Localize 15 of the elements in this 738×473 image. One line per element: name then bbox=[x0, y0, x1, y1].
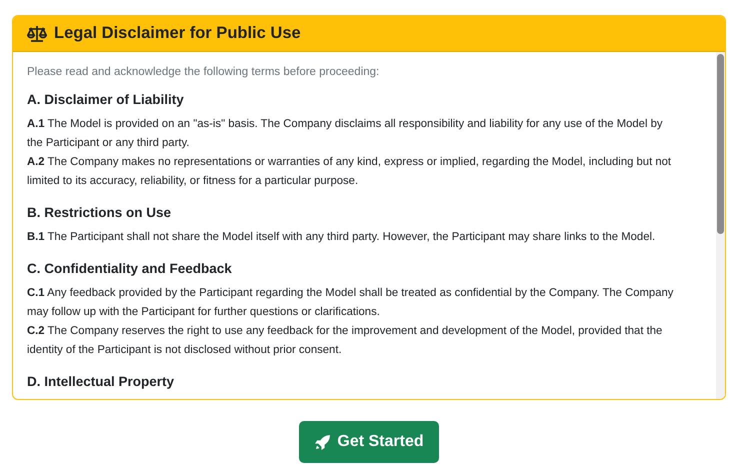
clause-text: A.1 The Model is provided on an "as-is" basis. The Company disclaims all responsibility and liability for any use of the Model by the Participant or any third party. bbox=[27, 117, 664, 151]
clause-text: A.2 The Company makes no representations or warranties of any kind, express or implied, regarding the Model, including but not limited to its accuracy, reliability, or fitness for a particular purpose. bbox=[27, 155, 672, 189]
get-started-button[interactable]: Get Started bbox=[299, 421, 439, 463]
intro-text: Please read and acknowledge the following terms before proceeding: bbox=[27, 66, 380, 78]
section-heading: D. Intellectual Property bbox=[27, 374, 176, 389]
card-title: Legal Disclaimer for Public Use bbox=[54, 24, 301, 43]
clause-text: B.1 The Participant shall not share the Model itself with any third party. However, the Participant may share links to the Model. bbox=[27, 230, 656, 245]
section-heading: A. Disclaimer of Liability bbox=[27, 92, 185, 107]
clause-text: C.1 Any feedback provided by the Participant regarding the Model shall be treated as confidential by the Company. The Company may follow up with the Participant for further questions or clarifications. bbox=[27, 286, 674, 320]
scrollbar[interactable] bbox=[716, 52, 725, 399]
clause-text: C.2 The Company reserves the right to use any feedback for the improvement and development of the Model, provided that the identity of the Participant is not disclosed without prior consent. bbox=[27, 324, 664, 358]
scales-icon bbox=[27, 25, 47, 42]
section-heading: B. Restrictions on Use bbox=[27, 205, 172, 220]
rocket-icon bbox=[314, 434, 332, 450]
section-heading: C. Confidentiality and Feedback bbox=[27, 261, 233, 276]
